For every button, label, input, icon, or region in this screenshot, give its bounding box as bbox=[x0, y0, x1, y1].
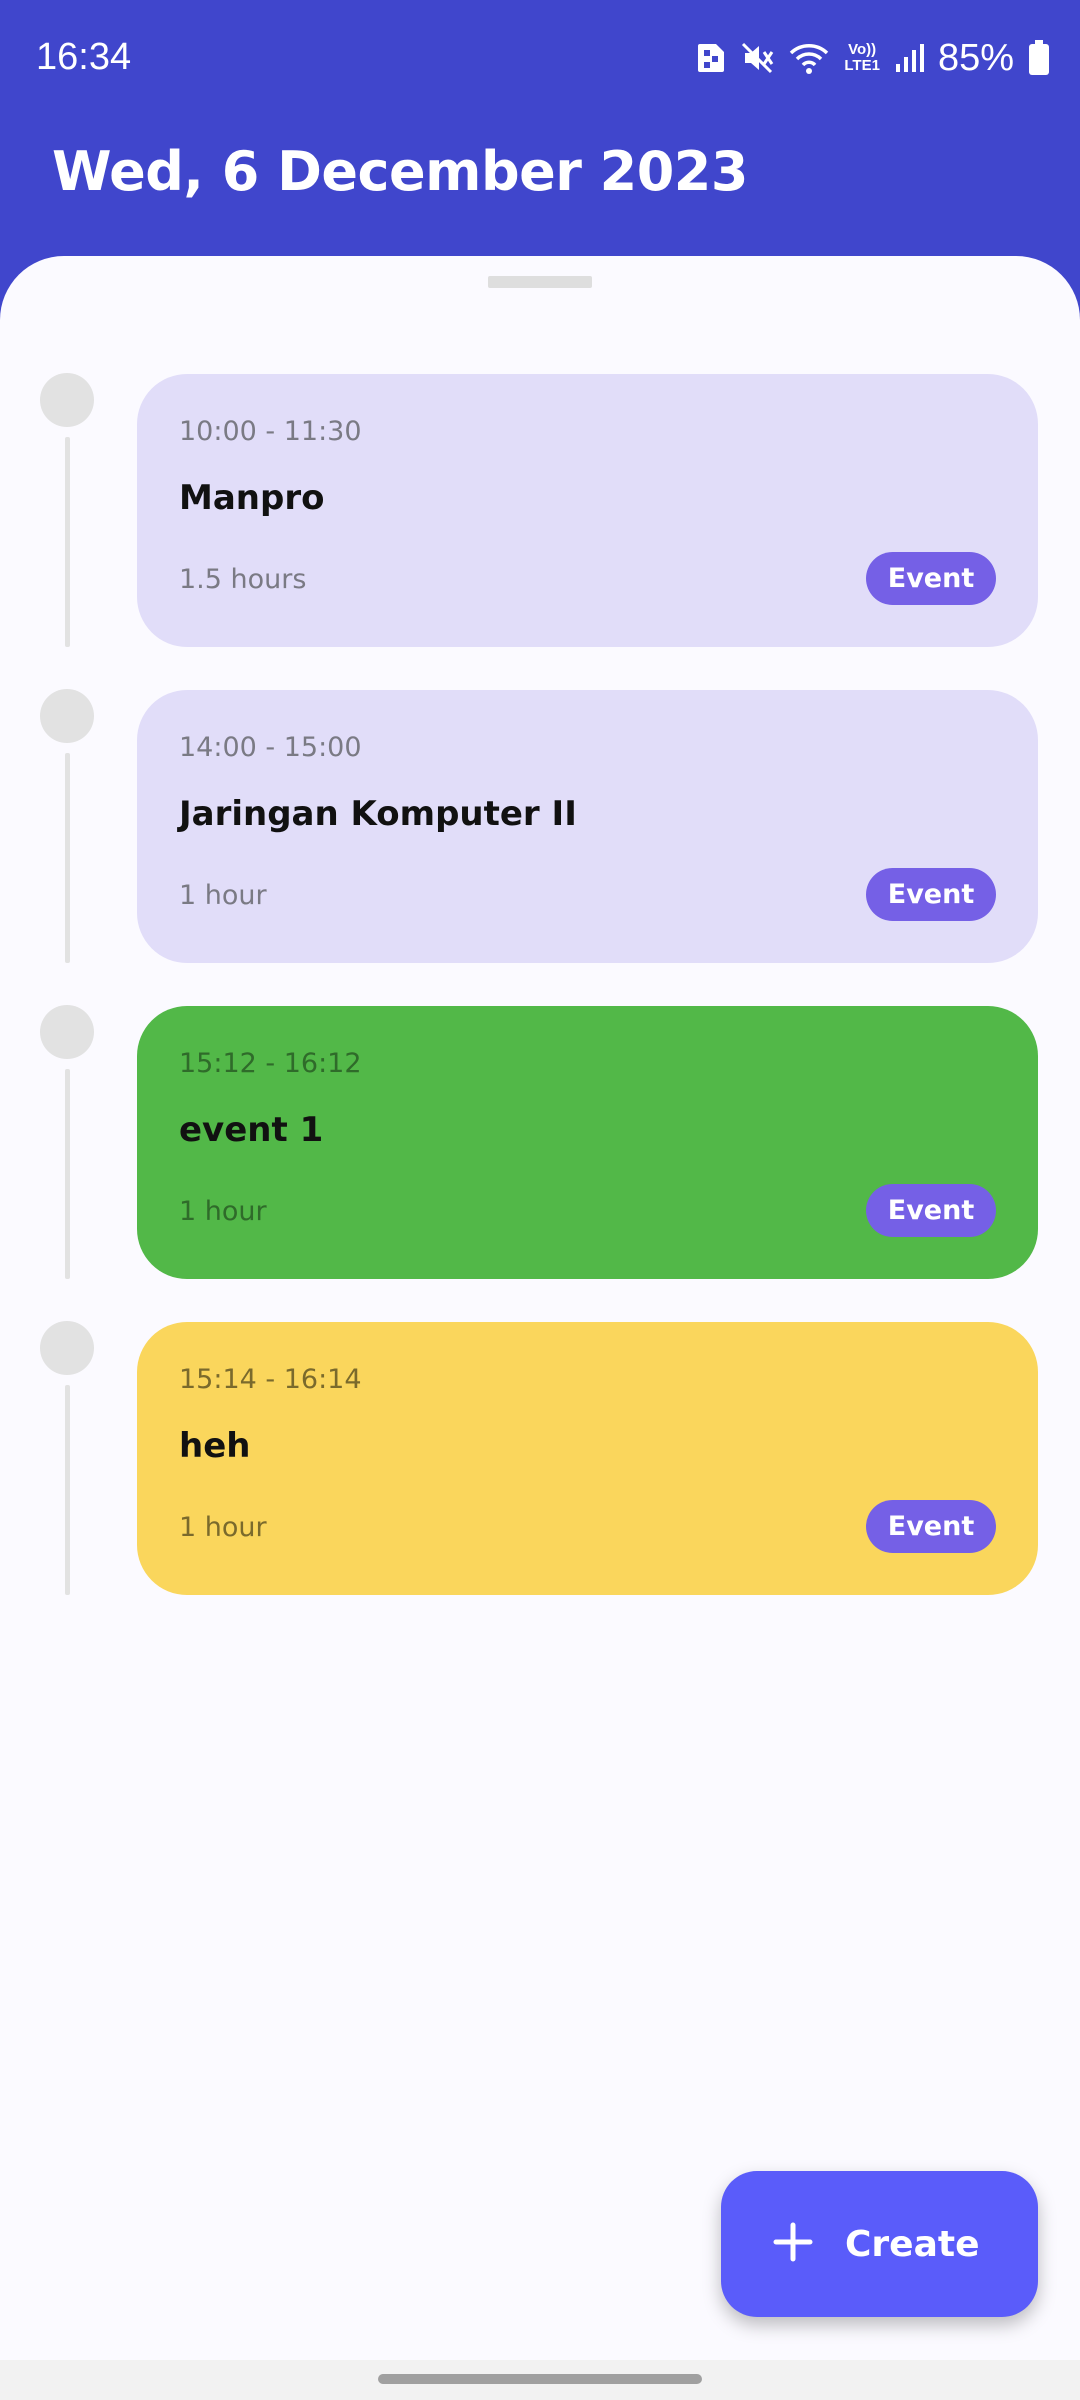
event-duration: 1.5 hours bbox=[179, 564, 307, 595]
event-title: Manpro bbox=[179, 478, 325, 518]
battery-percentage: 85% bbox=[937, 36, 1014, 79]
event-card-jaringan-komputer[interactable]: 14:00 - 15:00 Jaringan Komputer II 1 hou… bbox=[137, 690, 1038, 963]
event-title: event 1 bbox=[179, 1110, 324, 1150]
home-indicator[interactable] bbox=[378, 2374, 702, 2384]
event-card-heh[interactable]: 15:14 - 16:14 heh 1 hour Event bbox=[137, 1322, 1038, 1595]
battery-icon bbox=[1028, 40, 1050, 76]
timeline-line bbox=[65, 1385, 70, 1595]
event-title: heh bbox=[179, 1426, 251, 1466]
plus-icon bbox=[773, 2222, 813, 2266]
timeline-dot bbox=[40, 689, 94, 743]
event-duration: 1 hour bbox=[179, 1512, 267, 1543]
event-time: 10:00 - 11:30 bbox=[179, 416, 362, 447]
status-bar: 16:34 Vo)) LTE1 85% bbox=[0, 0, 1080, 120]
timeline-dot bbox=[40, 1321, 94, 1375]
sim-card-icon bbox=[696, 42, 726, 74]
timeline-dot bbox=[40, 1005, 94, 1059]
mute-icon bbox=[740, 41, 774, 75]
status-time: 16:34 bbox=[36, 36, 132, 78]
drag-handle[interactable] bbox=[488, 276, 592, 288]
event-card-manpro[interactable]: 10:00 - 11:30 Manpro 1.5 hours Event bbox=[137, 374, 1038, 647]
event-title: Jaringan Komputer II bbox=[179, 794, 577, 834]
event-type-badge: Event bbox=[866, 1500, 996, 1553]
timeline-line bbox=[65, 1069, 70, 1279]
page-title: Wed, 6 December 2023 bbox=[52, 140, 748, 203]
event-type-badge: Event bbox=[866, 868, 996, 921]
event-time: 15:12 - 16:12 bbox=[179, 1048, 362, 1079]
status-icons: Vo)) LTE1 85% bbox=[696, 34, 1050, 82]
create-button-label: Create bbox=[845, 2223, 980, 2265]
event-card-event-1[interactable]: 15:12 - 16:12 event 1 1 hour Event bbox=[137, 1006, 1038, 1279]
timeline-line bbox=[65, 437, 70, 647]
wifi-icon bbox=[788, 41, 830, 75]
event-time: 14:00 - 15:00 bbox=[179, 732, 362, 763]
timeline-dot bbox=[40, 373, 94, 427]
event-type-badge: Event bbox=[866, 552, 996, 605]
timeline-line bbox=[65, 753, 70, 963]
event-duration: 1 hour bbox=[179, 1196, 267, 1227]
event-time: 15:14 - 16:14 bbox=[179, 1364, 362, 1395]
event-type-badge: Event bbox=[866, 1184, 996, 1237]
signal-icon bbox=[894, 42, 924, 74]
create-button[interactable]: Create bbox=[721, 2171, 1038, 2317]
navigation-bar bbox=[0, 2360, 1080, 2400]
volte-icon: Vo)) LTE1 bbox=[844, 41, 880, 74]
event-duration: 1 hour bbox=[179, 880, 267, 911]
